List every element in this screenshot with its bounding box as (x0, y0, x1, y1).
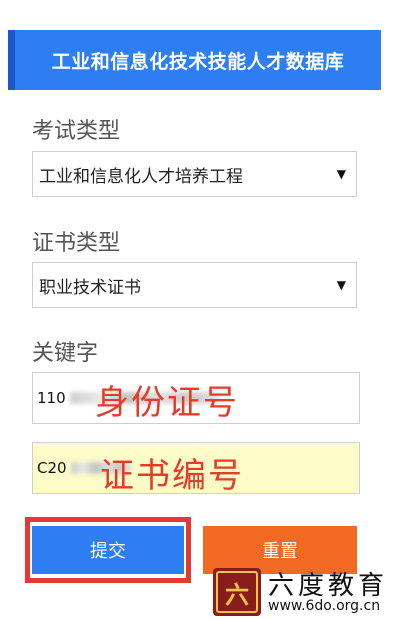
cert-number-value: C20 (37, 459, 67, 477)
cert-type-label: 证书类型 (32, 231, 121, 256)
submit-button[interactable]: 提交 (32, 526, 184, 574)
page-header: 工业和信息化技术技能人才数据库 (8, 30, 381, 90)
brand-logo-icon: 六 (213, 568, 261, 616)
id-number-annotation: 身份证号 (95, 383, 239, 423)
exam-type-select[interactable]: 工业和信息化人才培养工程 ▼ (32, 151, 357, 197)
header-title: 工业和信息化技术技能人才数据库 (51, 50, 345, 73)
cert-type-select[interactable]: 职业技术证书 ▼ (32, 262, 357, 308)
cert-type-value: 职业技术证书 (39, 277, 141, 298)
brand-name: 六度教育 (268, 571, 389, 601)
exam-type-value: 工业和信息化人才培养工程 (39, 166, 243, 187)
cert-number-annotation: 证书编号 (100, 456, 244, 496)
id-number-value: 110 (37, 389, 66, 407)
keyword-label: 关键字 (32, 341, 99, 366)
logo-mark: 六 (216, 571, 258, 613)
brand-url: www.6do.org.cn (268, 598, 381, 614)
exam-type-label: 考试类型 (32, 119, 121, 144)
dropdown-arrow-icon: ▼ (336, 167, 346, 181)
dropdown-arrow-icon: ▼ (336, 278, 346, 292)
